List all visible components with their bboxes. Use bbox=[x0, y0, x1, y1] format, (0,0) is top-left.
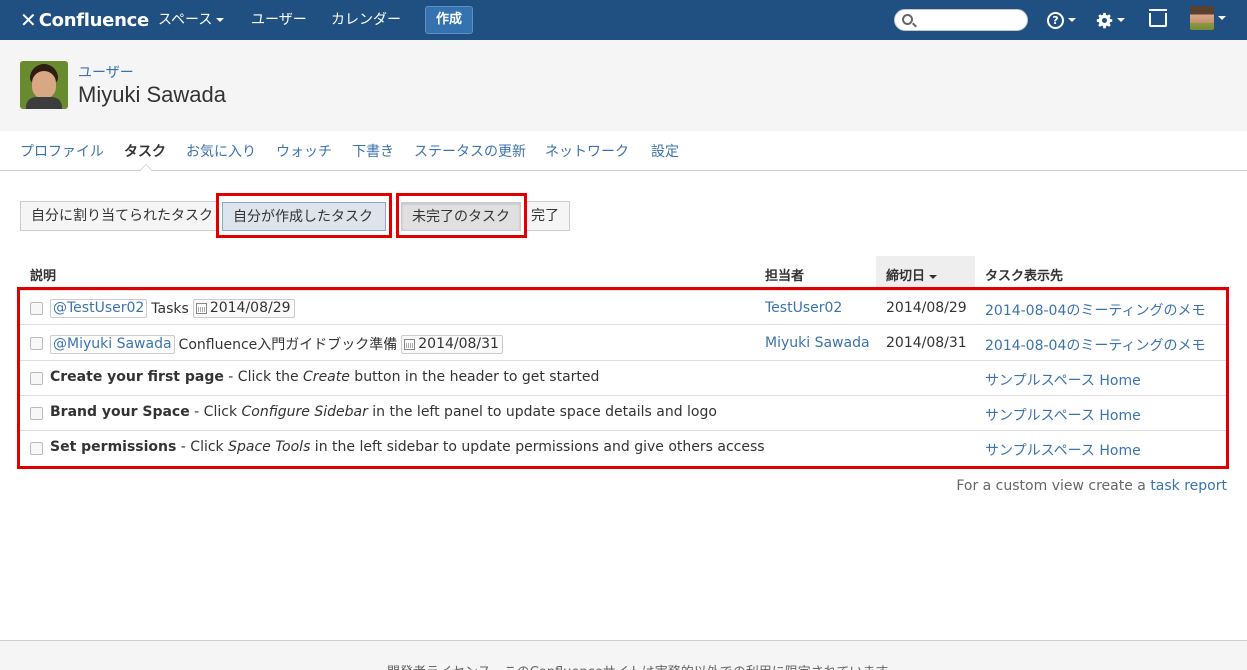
sort-down-icon bbox=[929, 274, 938, 279]
column-header-location[interactable]: タスク表示先 bbox=[985, 265, 1063, 284]
tab-settings[interactable]: 設定 bbox=[651, 141, 679, 161]
confluence-logo-icon: ✕ bbox=[20, 8, 37, 32]
avatar bbox=[1190, 6, 1214, 30]
top-navigation-bar: ✕ Confluence スペース ユーザー カレンダー 作成 ? bbox=[0, 0, 1247, 40]
filter-complete-button[interactable]: 完了 bbox=[525, 201, 570, 231]
nav-spaces-label: スペース bbox=[158, 12, 213, 28]
tab-network[interactable]: ネットワーク bbox=[545, 141, 629, 161]
task-report-link[interactable]: task report bbox=[1150, 478, 1227, 494]
user-menu[interactable] bbox=[1190, 6, 1226, 30]
footer: 開発者ライセンス - このConfluenceサイトは実務的以外での利用に限定さ… bbox=[0, 640, 1247, 670]
task-report-note: For a custom view create a task report bbox=[956, 478, 1227, 494]
nav-users-link[interactable]: ユーザー bbox=[251, 10, 307, 30]
help-menu[interactable]: ? bbox=[1047, 10, 1076, 30]
tab-watch[interactable]: ウォッチ bbox=[276, 141, 332, 161]
profile-avatar bbox=[20, 61, 68, 109]
active-tab-pointer bbox=[139, 164, 153, 172]
search-input[interactable] bbox=[915, 12, 1023, 28]
chevron-down-icon bbox=[216, 18, 225, 22]
workbox-button[interactable] bbox=[1149, 10, 1167, 30]
due-date-label: 締切日 bbox=[886, 269, 926, 284]
search-box[interactable] bbox=[894, 9, 1028, 31]
settings-menu[interactable] bbox=[1096, 10, 1125, 30]
license-notice: 開発者ライセンス - このConfluenceサイトは実務的以外での利用に限定さ… bbox=[387, 661, 900, 670]
create-button[interactable]: 作成 bbox=[425, 6, 473, 34]
nav-spaces-menu[interactable]: スペース bbox=[158, 10, 225, 30]
confluence-logo[interactable]: ✕ Confluence bbox=[20, 8, 149, 32]
column-header-description: 説明 bbox=[30, 269, 57, 284]
note-text: For a custom view create a bbox=[956, 478, 1151, 494]
inbox-tray-icon bbox=[1149, 13, 1167, 27]
tab-drafts[interactable]: 下書き bbox=[352, 141, 394, 161]
chevron-down-icon bbox=[1218, 16, 1226, 20]
highlight-box bbox=[396, 193, 527, 238]
gear-icon bbox=[1096, 12, 1113, 28]
column-header-assignee[interactable]: 担当者 bbox=[765, 265, 804, 284]
brand-name: Confluence bbox=[38, 9, 149, 31]
tab-tasks[interactable]: タスク bbox=[124, 141, 166, 161]
page-title: Miyuki Sawada bbox=[78, 82, 226, 107]
filter-assigned-to-me-button[interactable]: 自分に割り当てられたタスク bbox=[20, 201, 218, 231]
highlight-box bbox=[216, 193, 392, 238]
tab-profile[interactable]: プロファイル bbox=[20, 141, 104, 161]
nav-calendar-link[interactable]: カレンダー bbox=[331, 10, 401, 30]
chevron-down-icon bbox=[1117, 18, 1125, 22]
help-icon: ? bbox=[1047, 11, 1064, 29]
tab-favorites[interactable]: お気に入り bbox=[186, 141, 256, 161]
profile-tabs: プロファイル タスク お気に入り ウォッチ 下書き ステータスの更新 ネットワー… bbox=[0, 131, 1247, 171]
highlight-box bbox=[17, 287, 1229, 469]
breadcrumb[interactable]: ユーザー bbox=[78, 62, 134, 82]
tab-status-updates[interactable]: ステータスの更新 bbox=[414, 141, 526, 161]
column-header-due-date[interactable]: 締切日 bbox=[886, 265, 938, 284]
chevron-down-icon bbox=[1068, 18, 1076, 22]
search-icon bbox=[902, 14, 913, 25]
